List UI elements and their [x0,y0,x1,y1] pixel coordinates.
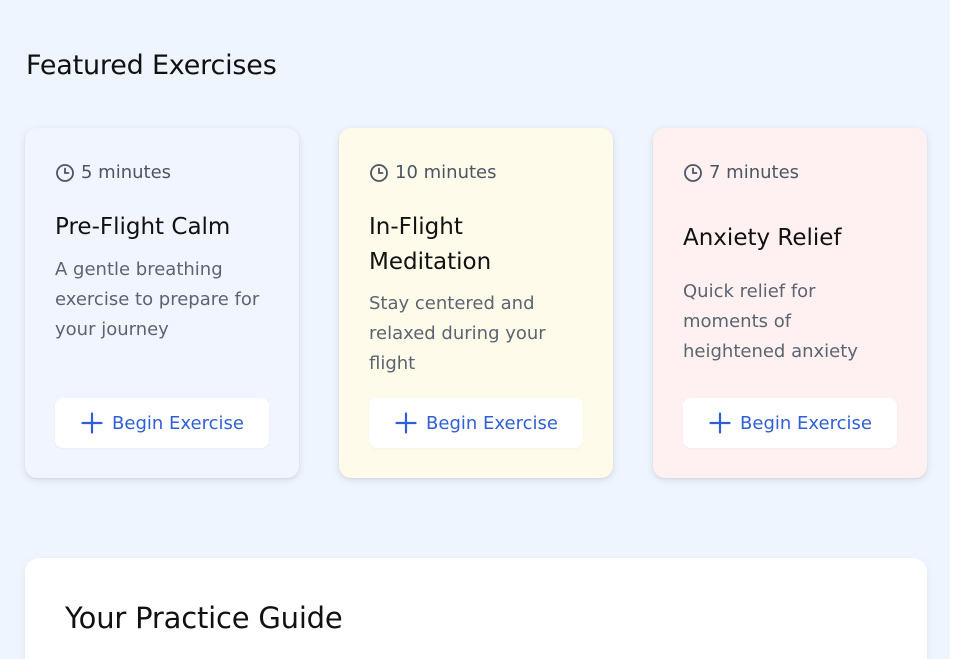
exercise-card-pre-flight-calm: 5 minutes Pre-Flight Calm A gentle breat… [25,128,299,478]
duration: 10 minutes [369,162,497,183]
card-title: Pre-Flight Calm [55,214,231,240]
plus-icon [709,412,731,434]
clock-icon [56,163,74,182]
begin-exercise-label: Begin Exercise [112,412,244,434]
duration-label: 5 minutes [81,162,172,183]
duration-label: 7 minutes [709,162,800,183]
exercise-card-anxiety-relief: 7 minutes Anxiety Relief Quick relief fo… [653,128,927,478]
duration-label: 10 minutes [395,162,497,183]
card-description: Quick relief for moments of heightened a… [683,281,858,362]
practice-guide-title: Your Practice Guide [65,601,343,635]
section-title: Featured Exercises [26,50,277,81]
duration: 5 minutes [55,162,171,183]
card-description: A gentle breathing exercise to prepare f… [55,259,260,340]
card-title: In-Flight Meditation [369,214,492,275]
begin-exercise-button[interactable]: Begin Exercise [55,398,269,448]
clock-icon [370,163,388,182]
begin-exercise-button[interactable]: Begin Exercise [369,398,583,448]
scrollbar-gutter [950,0,962,659]
begin-exercise-button[interactable]: Begin Exercise [683,398,897,448]
plus-icon [395,412,417,434]
plus-icon [81,412,103,434]
begin-exercise-label: Begin Exercise [740,412,872,434]
begin-exercise-label: Begin Exercise [426,412,558,434]
exercise-card-in-flight-meditation: 10 minutes In-Flight Meditation Stay cen… [339,128,613,478]
page: Featured Exercises 5 minutes Pre-Flight … [0,0,950,659]
card-title: Anxiety Relief [683,225,842,251]
practice-guide-panel: Your Practice Guide [25,558,927,659]
clock-icon [684,163,702,182]
card-description: Stay centered and relaxed during your fl… [369,293,546,374]
duration: 7 minutes [683,162,799,183]
